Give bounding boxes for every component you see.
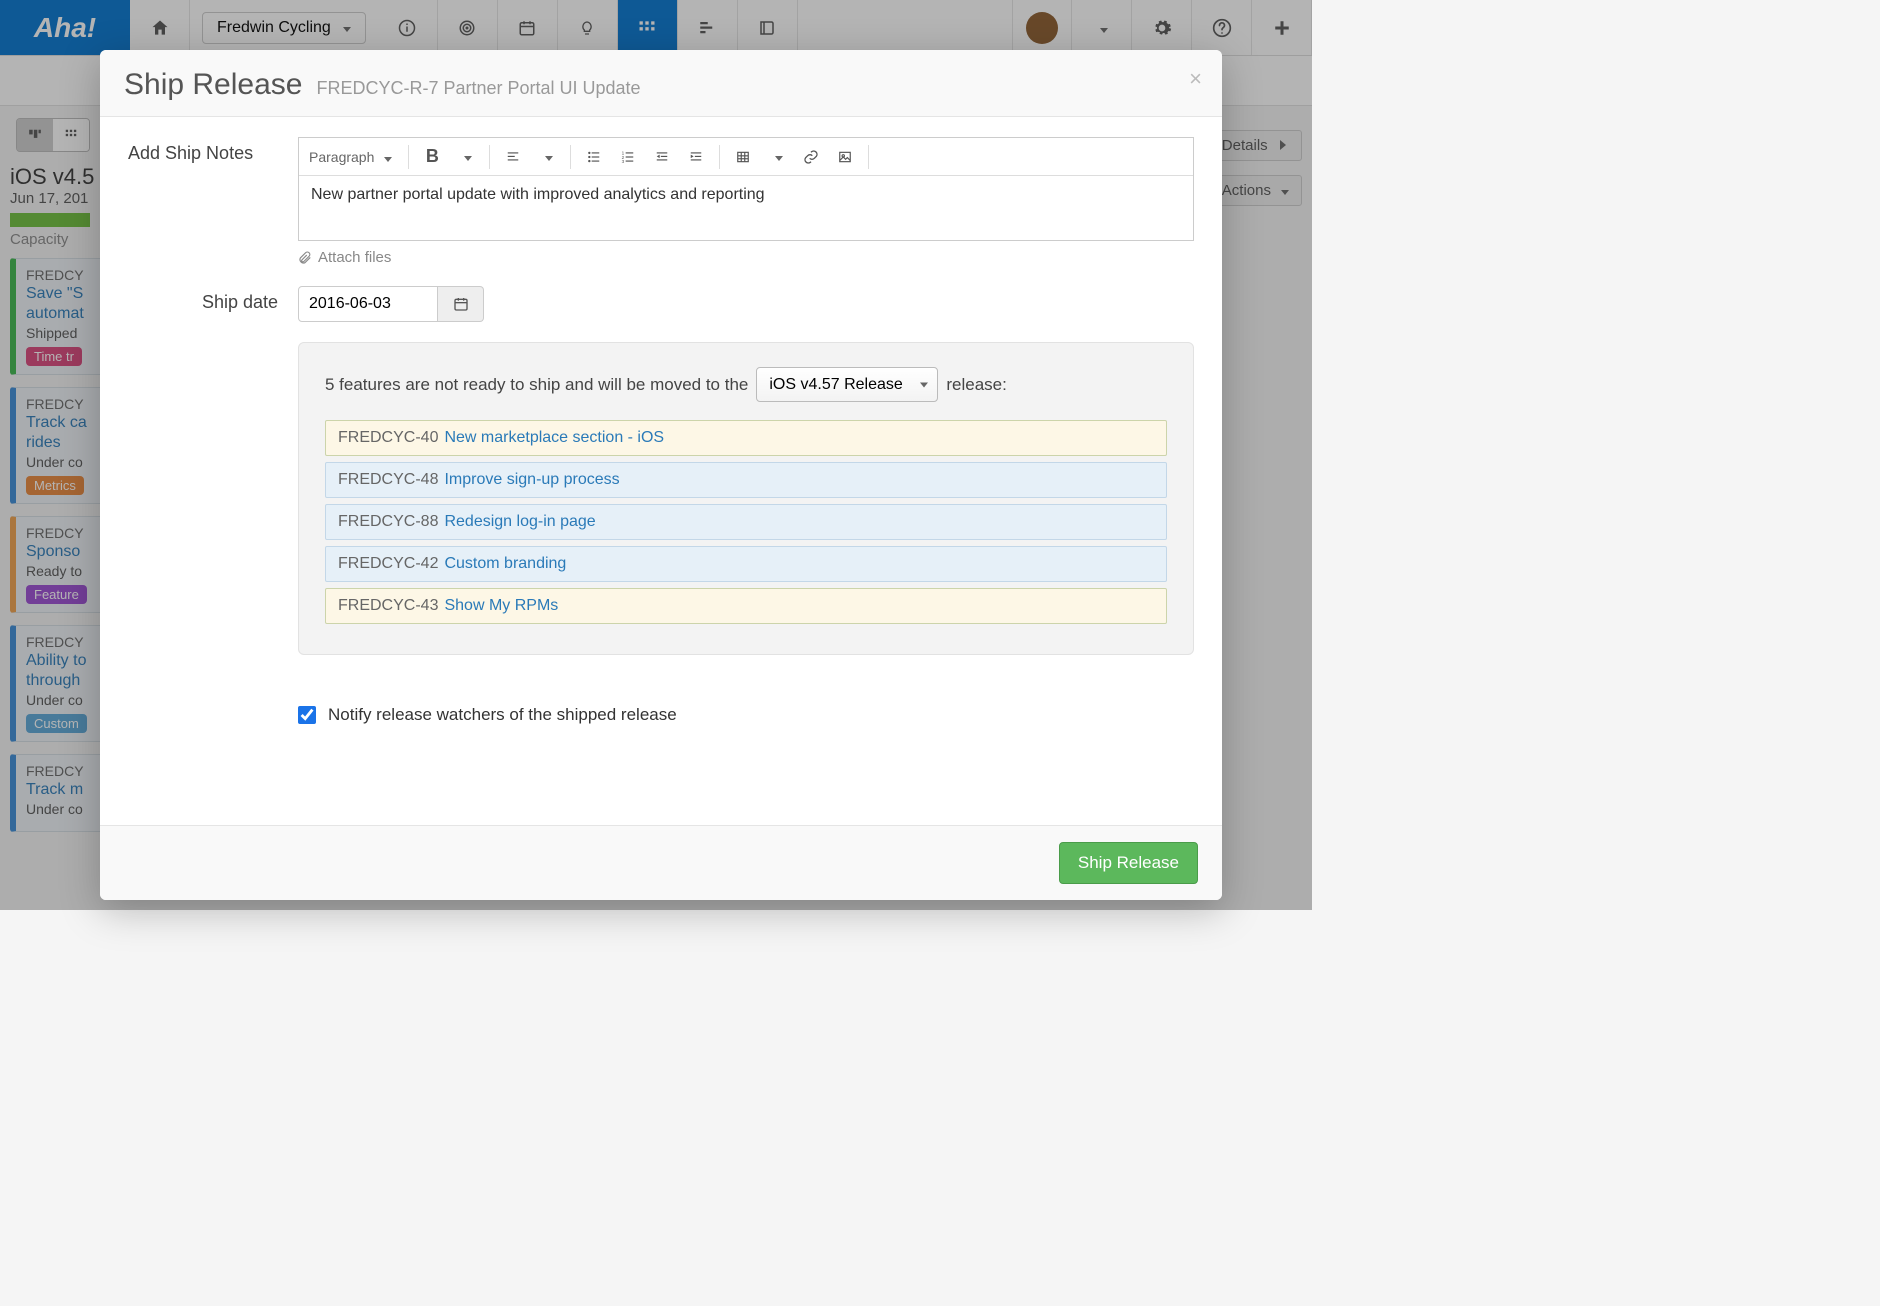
feature-id: FREDCYC-40 [338,429,438,446]
feature-id: FREDCYC-48 [338,471,438,488]
not-ready-feature-item[interactable]: FREDCYC-88 Redesign log-in page [325,504,1167,540]
not-ready-feature-item[interactable]: FREDCYC-42 Custom branding [325,546,1167,582]
bullet-list-icon[interactable] [577,138,611,176]
attach-files-label: Attach files [318,249,391,266]
align-icon[interactable] [496,138,530,176]
calendar-icon [453,296,469,312]
ship-release-modal: Ship Release FREDCYC-R-7 Partner Portal … [100,50,1222,900]
feature-link[interactable]: Redesign log-in page [444,513,595,530]
numbered-list-icon[interactable]: 123 [611,138,645,176]
chevron-down-icon [380,149,392,165]
svg-text:3: 3 [622,158,625,163]
attach-files-button[interactable]: Attach files [298,249,1194,266]
modal-subtitle: FREDCYC-R-7 Partner Portal UI Update [316,78,640,99]
bold-icon[interactable]: B [415,138,449,176]
not-ready-panel: 5 features are not ready to ship and wil… [298,342,1194,655]
rich-text-editor: Paragraph B [298,137,1194,241]
notify-watchers-checkbox[interactable] [298,706,316,724]
feature-link[interactable]: Improve sign-up process [444,471,619,488]
table-dropdown-icon[interactable] [760,138,794,176]
notify-row: Notify release watchers of the shipped r… [128,675,1194,725]
feature-id: FREDCYC-88 [338,513,438,530]
rte-toolbar: Paragraph B [299,138,1193,176]
ship-notes-row: Add Ship Notes Paragraph B [128,137,1194,266]
notify-watchers-label: Notify release watchers of the shipped r… [328,705,677,725]
indent-icon[interactable] [679,138,713,176]
feature-link[interactable]: Custom branding [444,555,566,572]
feature-link[interactable]: Show My RPMs [444,597,558,614]
feature-id: FREDCYC-43 [338,597,438,614]
not-ready-row: 5 features are not ready to ship and wil… [128,342,1194,655]
image-icon[interactable] [828,138,862,176]
link-icon[interactable] [794,138,828,176]
paperclip-icon [298,251,312,265]
ship-release-button[interactable]: Ship Release [1059,842,1198,884]
not-ready-feature-item[interactable]: FREDCYC-40 New marketplace section - iOS [325,420,1167,456]
paragraph-style-select[interactable]: Paragraph [299,138,402,175]
target-release-select[interactable]: iOS v4.57 Release [756,367,938,402]
feature-id: FREDCYC-42 [338,555,438,572]
feature-list: FREDCYC-40New marketplace section - iOSF… [325,420,1167,624]
modal-title: Ship Release [124,68,302,102]
not-ready-message: 5 features are not ready to ship and wil… [325,367,1167,402]
ship-date-row: Ship date [128,286,1194,322]
notify-watchers-checkbox-row[interactable]: Notify release watchers of the shipped r… [298,705,1194,725]
ship-notes-label: Add Ship Notes [128,137,298,266]
modal-header: Ship Release FREDCYC-R-7 Partner Portal … [100,50,1222,117]
modal-footer: Ship Release [100,825,1222,900]
ship-date-label: Ship date [128,286,298,322]
not-ready-feature-item[interactable]: FREDCYC-48 Improve sign-up process [325,462,1167,498]
modal-body: Add Ship Notes Paragraph B [100,117,1222,825]
ship-notes-input[interactable]: New partner portal update with improved … [299,176,1193,240]
bold-dropdown-icon[interactable] [449,138,483,176]
close-icon[interactable]: × [1189,66,1202,92]
ship-date-input[interactable] [298,286,438,322]
outdent-icon[interactable] [645,138,679,176]
calendar-picker-button[interactable] [438,286,484,322]
align-dropdown-icon[interactable] [530,138,564,176]
not-ready-feature-item[interactable]: FREDCYC-43 Show My RPMs [325,588,1167,624]
table-icon[interactable] [726,138,760,176]
feature-link[interactable]: New marketplace section - iOS [444,429,664,446]
